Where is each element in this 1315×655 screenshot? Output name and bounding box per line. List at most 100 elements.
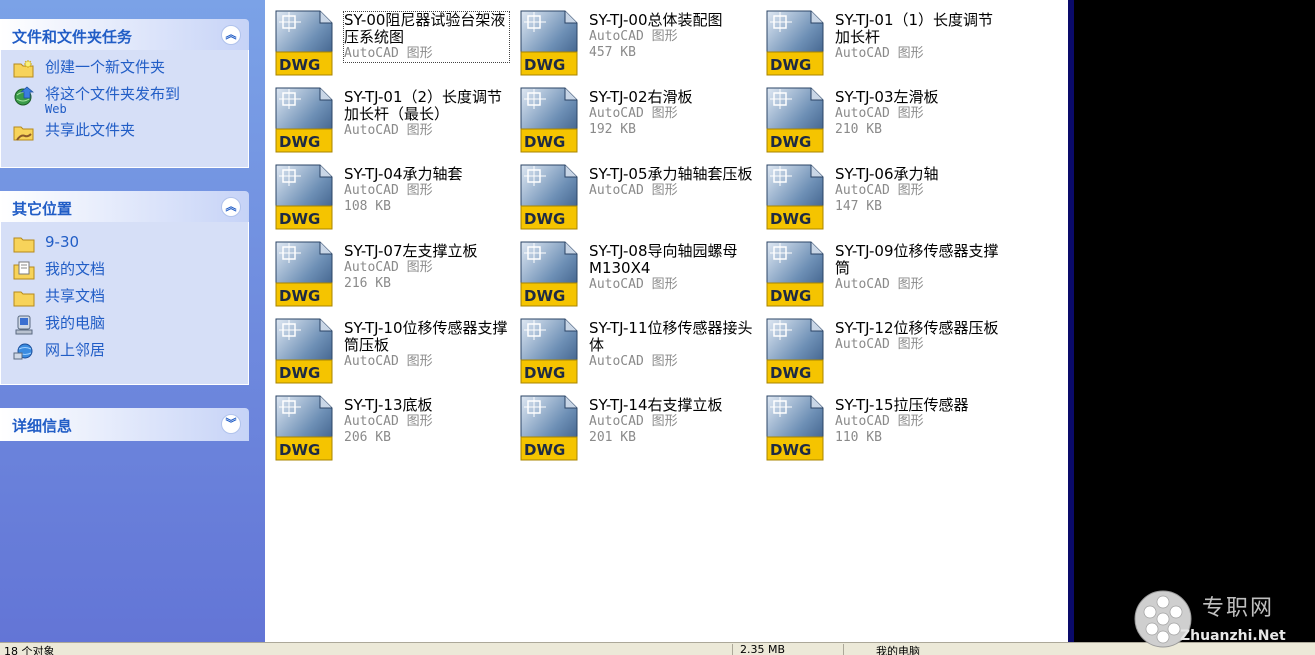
file-name: SY-TJ-10位移传感器支撑筒压板 xyxy=(344,319,508,354)
file-type: AutoCAD 图形 xyxy=(589,277,678,292)
file-size: 216 KB xyxy=(344,276,391,291)
file-item[interactable]: DWG SY-TJ-01（1）长度调节加长杆 AutoCAD 图形 xyxy=(756,0,996,76)
file-name: SY-TJ-07左支撑立板 xyxy=(344,242,478,260)
file-text: SY-TJ-01（2）长度调节加长杆（最长） AutoCAD 图形 xyxy=(344,89,509,139)
file-size: 201 KB xyxy=(589,430,636,445)
file-text: SY-TJ-14右支撑立板 AutoCAD 图形 201 KB xyxy=(589,397,754,446)
place-network[interactable]: 网上邻居 xyxy=(1,339,248,366)
file-text: SY-TJ-04承力轴套 AutoCAD 图形 108 KB xyxy=(344,166,509,215)
dwg-badge-text: DWG xyxy=(770,364,811,382)
file-name: SY-TJ-01（2）长度调节加长杆（最长） xyxy=(344,88,503,123)
place-label: 网上邻居 xyxy=(45,341,106,359)
file-text: SY-TJ-01（1）长度调节加长杆 AutoCAD 图形 xyxy=(835,12,1000,62)
file-type: AutoCAD 图形 xyxy=(835,183,924,198)
file-item[interactable]: DWG SY-TJ-12位移传感器压板 AutoCAD 图形 xyxy=(756,308,999,384)
task-share-folder[interactable]: 共享此文件夹 xyxy=(1,119,248,146)
file-item[interactable]: DWG SY-TJ-11位移传感器接头体 AutoCAD 图形 xyxy=(510,308,753,384)
dwg-file-icon: DWG xyxy=(275,10,333,76)
place-shared-documents[interactable]: 共享文档 xyxy=(1,285,248,312)
group-header-file-tasks[interactable]: 文件和文件夹任务 ︽ xyxy=(0,19,249,50)
file-type: AutoCAD 图形 xyxy=(344,46,433,61)
file-item[interactable]: DWG SY-TJ-06承力轴 AutoCAD 图形 147 KB xyxy=(756,154,996,230)
dwg-badge-text: DWG xyxy=(279,133,320,151)
file-item[interactable]: DWG SY-TJ-14右支撑立板 AutoCAD 图形 201 KB xyxy=(510,385,750,461)
place-9-30[interactable]: 9-30 xyxy=(1,231,248,258)
group-file-tasks: 文件和文件夹任务 ︽ 创建一个新文件夹 将这个文件夹发布到 Web 共享此文件夹 xyxy=(0,19,249,168)
file-name: SY-TJ-13底板 xyxy=(344,396,433,414)
double-chevron-up-icon[interactable]: ︽ xyxy=(221,197,241,217)
file-item[interactable]: DWG SY-TJ-15拉压传感器 AutoCAD 图形 110 KB xyxy=(756,385,996,461)
file-item[interactable]: DWG SY-TJ-07左支撑立板 AutoCAD 图形 216 KB xyxy=(265,231,505,307)
status-object-count: 18 个对象 xyxy=(4,645,55,655)
double-chevron-up-icon[interactable]: ︽ xyxy=(221,25,241,45)
group-details: 详细信息 ︾ xyxy=(0,408,249,441)
dwg-file-icon: DWG xyxy=(520,87,578,153)
file-item[interactable]: DWG SY-TJ-05承力轴轴套压板 AutoCAD 图形 xyxy=(510,154,753,230)
dwg-badge-text: DWG xyxy=(770,210,811,228)
file-text: SY-TJ-10位移传感器支撑筒压板 AutoCAD 图形 xyxy=(344,320,509,370)
double-chevron-down-icon[interactable]: ︾ xyxy=(221,414,241,434)
folder-icon xyxy=(13,291,35,307)
file-name: SY-TJ-11位移传感器接头体 xyxy=(589,319,753,354)
file-item[interactable]: DWG SY-TJ-00总体装配图 AutoCAD 图形 457 KB xyxy=(510,0,750,76)
share-folder-icon xyxy=(13,126,34,141)
task-label: 创建一个新文件夹 xyxy=(45,58,166,76)
group-header-details[interactable]: 详细信息 ︾ xyxy=(0,408,249,441)
file-type: AutoCAD 图形 xyxy=(835,106,924,121)
task-label: 将这个文件夹发布到 xyxy=(45,85,181,103)
dwg-file-icon: DWG xyxy=(766,241,824,307)
status-separator xyxy=(732,644,733,655)
file-type: AutoCAD 图形 xyxy=(589,106,678,121)
file-text: SY-TJ-03左滑板 AutoCAD 图形 210 KB xyxy=(835,89,1000,138)
group-header-other-places[interactable]: 其它位置 ︽ xyxy=(0,191,249,222)
file-text: SY-TJ-08导向轴园螺母M130X4 AutoCAD 图形 xyxy=(589,243,754,293)
place-my-computer[interactable]: 我的电脑 xyxy=(1,312,248,339)
dwg-badge-text: DWG xyxy=(279,364,320,382)
my-documents-icon xyxy=(13,261,35,280)
file-name: SY-TJ-01（1）长度调节加长杆 xyxy=(835,11,994,46)
file-name: SY-TJ-03左滑板 xyxy=(835,88,939,106)
dwg-badge-text: DWG xyxy=(524,210,565,228)
file-item[interactable]: DWG SY-TJ-09位移传感器支撑筒 AutoCAD 图形 xyxy=(756,231,999,307)
file-view[interactable]: DWG SY-00阻尼器试验台架液压系统图 AutoCAD 图形 DWG SY-TJ-0… xyxy=(265,0,1068,642)
file-text: SY-TJ-12位移传感器压板 AutoCAD 图形 xyxy=(835,320,1000,353)
file-type: AutoCAD 图形 xyxy=(344,414,433,429)
dwg-file-icon: DWG xyxy=(275,241,333,307)
file-item[interactable]: DWG SY-TJ-08导向轴园螺母M130X4 AutoCAD 图形 xyxy=(510,231,750,307)
publish-web-icon xyxy=(14,86,34,106)
dwg-badge-text: DWG xyxy=(524,441,565,459)
file-text: SY-TJ-07左支撑立板 AutoCAD 图形 216 KB xyxy=(344,243,509,292)
status-separator xyxy=(843,644,844,655)
place-my-documents[interactable]: 我的文档 xyxy=(1,258,248,285)
file-name: SY-TJ-12位移传感器压板 xyxy=(835,319,999,337)
task-publish-web[interactable]: 将这个文件夹发布到 Web xyxy=(1,83,248,119)
file-name: SY-TJ-02右滑板 xyxy=(589,88,693,106)
dwg-file-icon: DWG xyxy=(520,395,578,461)
file-text: SY-TJ-00总体装配图 AutoCAD 图形 457 KB xyxy=(589,12,754,61)
dwg-badge-text: DWG xyxy=(279,287,320,305)
file-item[interactable]: DWG SY-TJ-04承力轴套 AutoCAD 图形 108 KB xyxy=(265,154,505,230)
group-body-file-tasks: 创建一个新文件夹 将这个文件夹发布到 Web 共享此文件夹 xyxy=(0,50,249,168)
file-item[interactable]: DWG SY-TJ-13底板 AutoCAD 图形 206 KB xyxy=(265,385,505,461)
file-text: SY-TJ-05承力轴轴套压板 AutoCAD 图形 xyxy=(589,166,754,199)
file-name: SY-TJ-04承力轴套 xyxy=(344,165,463,183)
file-name: SY-TJ-06承力轴 xyxy=(835,165,939,183)
file-item[interactable]: DWG SY-TJ-03左滑板 AutoCAD 图形 210 KB xyxy=(756,77,996,153)
file-item[interactable]: DWG SY-TJ-01（2）长度调节加长杆（最长） AutoCAD 图形 xyxy=(265,77,505,153)
place-label: 共享文档 xyxy=(45,287,106,305)
file-item[interactable]: DWG SY-00阻尼器试验台架液压系统图 AutoCAD 图形 xyxy=(265,0,510,76)
file-type: AutoCAD 图形 xyxy=(835,337,924,352)
file-text: SY-00阻尼器试验台架液压系统图 AutoCAD 图形 xyxy=(343,11,510,63)
dwg-file-icon: DWG xyxy=(766,164,824,230)
group-title: 详细信息 xyxy=(12,417,73,435)
task-new-folder[interactable]: 创建一个新文件夹 xyxy=(1,56,248,83)
status-location: 我的电脑 xyxy=(876,645,920,655)
file-name: SY-TJ-09位移传感器支撑筒 xyxy=(835,242,999,277)
file-text: SY-TJ-11位移传感器接头体 AutoCAD 图形 xyxy=(589,320,754,370)
file-item[interactable]: DWG SY-TJ-02右滑板 AutoCAD 图形 192 KB xyxy=(510,77,750,153)
dwg-file-icon: DWG xyxy=(766,395,824,461)
network-places-icon xyxy=(13,343,33,360)
place-label: 我的文档 xyxy=(45,260,106,278)
file-item[interactable]: DWG SY-TJ-10位移传感器支撑筒压板 AutoCAD 图形 xyxy=(265,308,508,384)
watermark: 专职网 Zhuanzhi.Net xyxy=(1130,588,1315,648)
